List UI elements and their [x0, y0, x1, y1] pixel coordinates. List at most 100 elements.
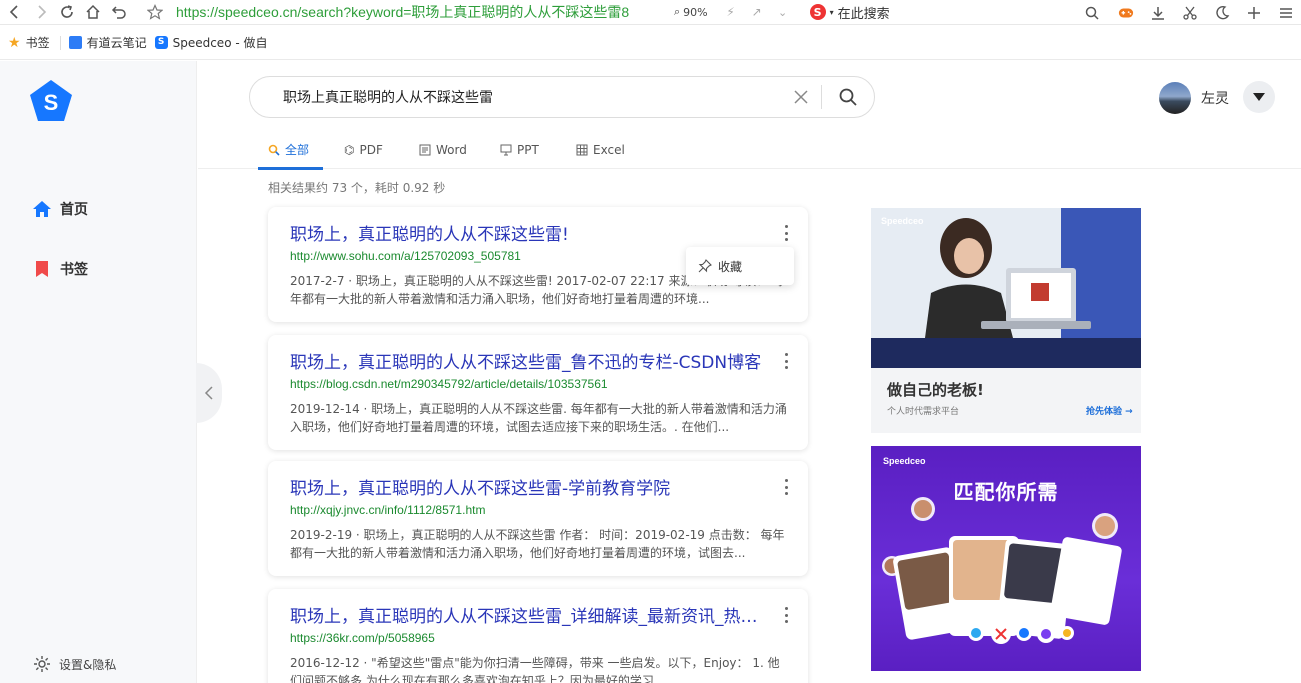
sidebar-item-label: 首页	[60, 202, 88, 218]
result-card: 职场上，真正聪明的人从不踩这些雷_详细解读_最新资讯_热点事件 https://…	[268, 589, 808, 683]
search-engine-selector[interactable]: S ▾ 在此搜索	[809, 3, 890, 22]
collect-label: 收藏	[718, 259, 743, 274]
result-card: 职场上，真正聪明的人从不踩这些雷_鲁不迅的专栏-CSDN博客 https://b…	[268, 335, 808, 450]
presentation-icon	[500, 144, 512, 155]
tab-word[interactable]: Word	[419, 130, 467, 169]
speedceo-logo-icon[interactable]: S	[27, 78, 75, 126]
ad-illustration	[871, 208, 1141, 368]
tab-all[interactable]: 全部	[257, 130, 324, 170]
svg-text:S: S	[44, 90, 59, 115]
ad-cta-link[interactable]: 抢先体验 →	[1086, 404, 1133, 417]
zoom-indicator[interactable]: ⌕ 90%	[674, 5, 708, 19]
clear-search-button[interactable]	[791, 87, 811, 107]
ad-banner-boss[interactable]: Speedceo 做自己的老板! 个人时代需求平台 抢先体验 →	[871, 208, 1141, 433]
settings-privacy-link[interactable]: 设置&隐私	[33, 655, 116, 673]
back-button[interactable]	[4, 1, 26, 23]
more-options-icon[interactable]	[780, 479, 792, 495]
reload-icon	[61, 5, 73, 18]
result-url[interactable]: http://xqjy.jnvc.cn/info/1112/8571.htm	[290, 503, 485, 517]
result-snippet: 2019-2-19 · 职场上，真正聪明的人从不踩这些雷 作者： 时间：2019…	[290, 528, 785, 560]
more-options-icon[interactable]	[780, 353, 792, 369]
zoom-level: 90%	[683, 5, 708, 19]
tab-pdf[interactable]: ⌬ PDF	[344, 130, 383, 169]
toolbar-right	[1077, 0, 1301, 25]
chevron-right-icon	[38, 5, 47, 19]
home-outline-icon	[86, 4, 100, 19]
result-title-link[interactable]: 职场上，真正聪明的人从不踩这些雷-学前教育学院	[290, 474, 770, 499]
bookmark-icon	[36, 261, 48, 277]
share-icon[interactable]: ↗	[746, 1, 768, 23]
gear-icon	[34, 656, 50, 672]
sidebar-collapse-button[interactable]	[196, 363, 222, 423]
sidebar-item-home[interactable]: 首页	[32, 199, 88, 219]
result-title-link[interactable]: 职场上，真正聪明的人从不踩这些雷_详细解读_最新资讯_热点事件	[290, 602, 770, 627]
word-doc-icon	[419, 144, 431, 155]
sidebar: S 首页 书签 设置&隐私	[0, 61, 197, 683]
download-icon[interactable]	[1147, 2, 1169, 24]
chevron-left-icon	[9, 5, 18, 19]
settings-label: 设置&隐私	[59, 657, 117, 672]
result-title-link[interactable]: 职场上，真正聪明的人从不踩这些雷_鲁不迅的专栏-CSDN博客	[290, 348, 770, 373]
close-icon	[794, 90, 808, 104]
bookmark-item-youdao[interactable]: 有道云笔记	[68, 34, 147, 51]
user-name: 左灵	[1201, 91, 1229, 107]
undo-button[interactable]	[108, 1, 130, 23]
chevron-down-icon[interactable]: ⌄	[772, 1, 794, 23]
ad-title: 做自己的老板!	[887, 381, 984, 399]
tab-ppt[interactable]: PPT	[500, 130, 539, 169]
star-icon: ★	[8, 34, 21, 51]
tab-label: Excel	[593, 142, 625, 157]
ad-brand: Speedceo	[881, 216, 924, 226]
menu-icon[interactable]	[1275, 2, 1297, 24]
search-color-icon	[268, 144, 280, 156]
ad-photo-woman-laptop: Speedceo	[871, 208, 1141, 368]
result-url[interactable]: http://www.sohu.com/a/125702093_505781	[290, 249, 521, 263]
gamepad-icon[interactable]	[1115, 2, 1137, 24]
sidebar-item-bookmarks[interactable]: 书签	[32, 259, 88, 279]
sidebar-item-label: 书签	[60, 262, 88, 278]
bookmark-item-speedceo[interactable]: S Speedceo - 做自	[154, 34, 268, 51]
moon-icon[interactable]	[1211, 2, 1233, 24]
pdf-icon: ⌬	[344, 142, 355, 157]
user-profile[interactable]: 左灵	[1159, 82, 1229, 114]
lightning-icon[interactable]: ⚡	[720, 1, 742, 23]
collect-popup-menu[interactable]: 收藏	[686, 247, 794, 285]
user-menu-button[interactable]	[1243, 81, 1275, 113]
home-button[interactable]	[82, 1, 104, 23]
search-icon[interactable]	[1081, 2, 1103, 24]
favorite-star-button[interactable]	[144, 1, 166, 23]
ad-banner-match[interactable]: Speedceo 匹配你所需	[871, 446, 1141, 671]
more-options-icon[interactable]	[780, 607, 792, 623]
bookmarks-bar: ★ 书签 有道云笔记 S Speedceo - 做自	[0, 26, 1301, 60]
star-outline-icon	[147, 4, 163, 20]
spreadsheet-icon	[576, 144, 588, 155]
more-options-icon[interactable]	[780, 225, 792, 241]
zoom-icon: ⌕	[674, 5, 681, 18]
result-snippet: 2019-12-14 · 职场上，真正聪明的人从不踩这些雷. 每年都有一大批的新…	[290, 402, 787, 434]
chevron-left-icon	[204, 386, 213, 400]
speedceo-logo-icon: S	[154, 36, 168, 49]
scissors-icon[interactable]	[1179, 2, 1201, 24]
reload-button[interactable]	[56, 1, 78, 23]
new-tab-plus-icon[interactable]	[1243, 2, 1265, 24]
search-button[interactable]	[822, 77, 874, 117]
filter-tabs: 全部 ⌬ PDF Word PPT Excel	[198, 130, 1301, 170]
tab-excel[interactable]: Excel	[576, 130, 625, 169]
result-stats: 相关结果约 73 个，耗时 0.92 秒	[268, 181, 446, 195]
caret-down-icon	[1253, 93, 1265, 101]
bookmark-item-bookmarks[interactable]: ★ 书签	[8, 34, 50, 51]
ad-subtitle: 个人时代需求平台	[887, 407, 960, 417]
avatar[interactable]	[1159, 82, 1191, 114]
bookmark-label: Speedceo - 做自	[172, 36, 268, 50]
engine-search-placeholder: 在此搜索	[837, 6, 890, 22]
tab-label: Word	[436, 142, 467, 157]
search-bar: 职场上真正聪明的人从不踩这些雷	[249, 76, 875, 118]
tab-label: 全部	[285, 143, 310, 157]
search-input[interactable]: 职场上真正聪明的人从不踩这些雷	[283, 87, 791, 107]
result-title-link[interactable]: 职场上，真正聪明的人从不踩这些雷!	[290, 220, 770, 245]
result-url[interactable]: https://36kr.com/p/5058965	[290, 631, 435, 645]
tab-label: PDF	[359, 142, 383, 157]
forward-button[interactable]	[30, 1, 52, 23]
address-bar[interactable]: https://speedceo.cn/search?keyword=职场上真正…	[176, 1, 656, 23]
result-url[interactable]: https://blog.csdn.net/m290345792/article…	[290, 377, 608, 391]
